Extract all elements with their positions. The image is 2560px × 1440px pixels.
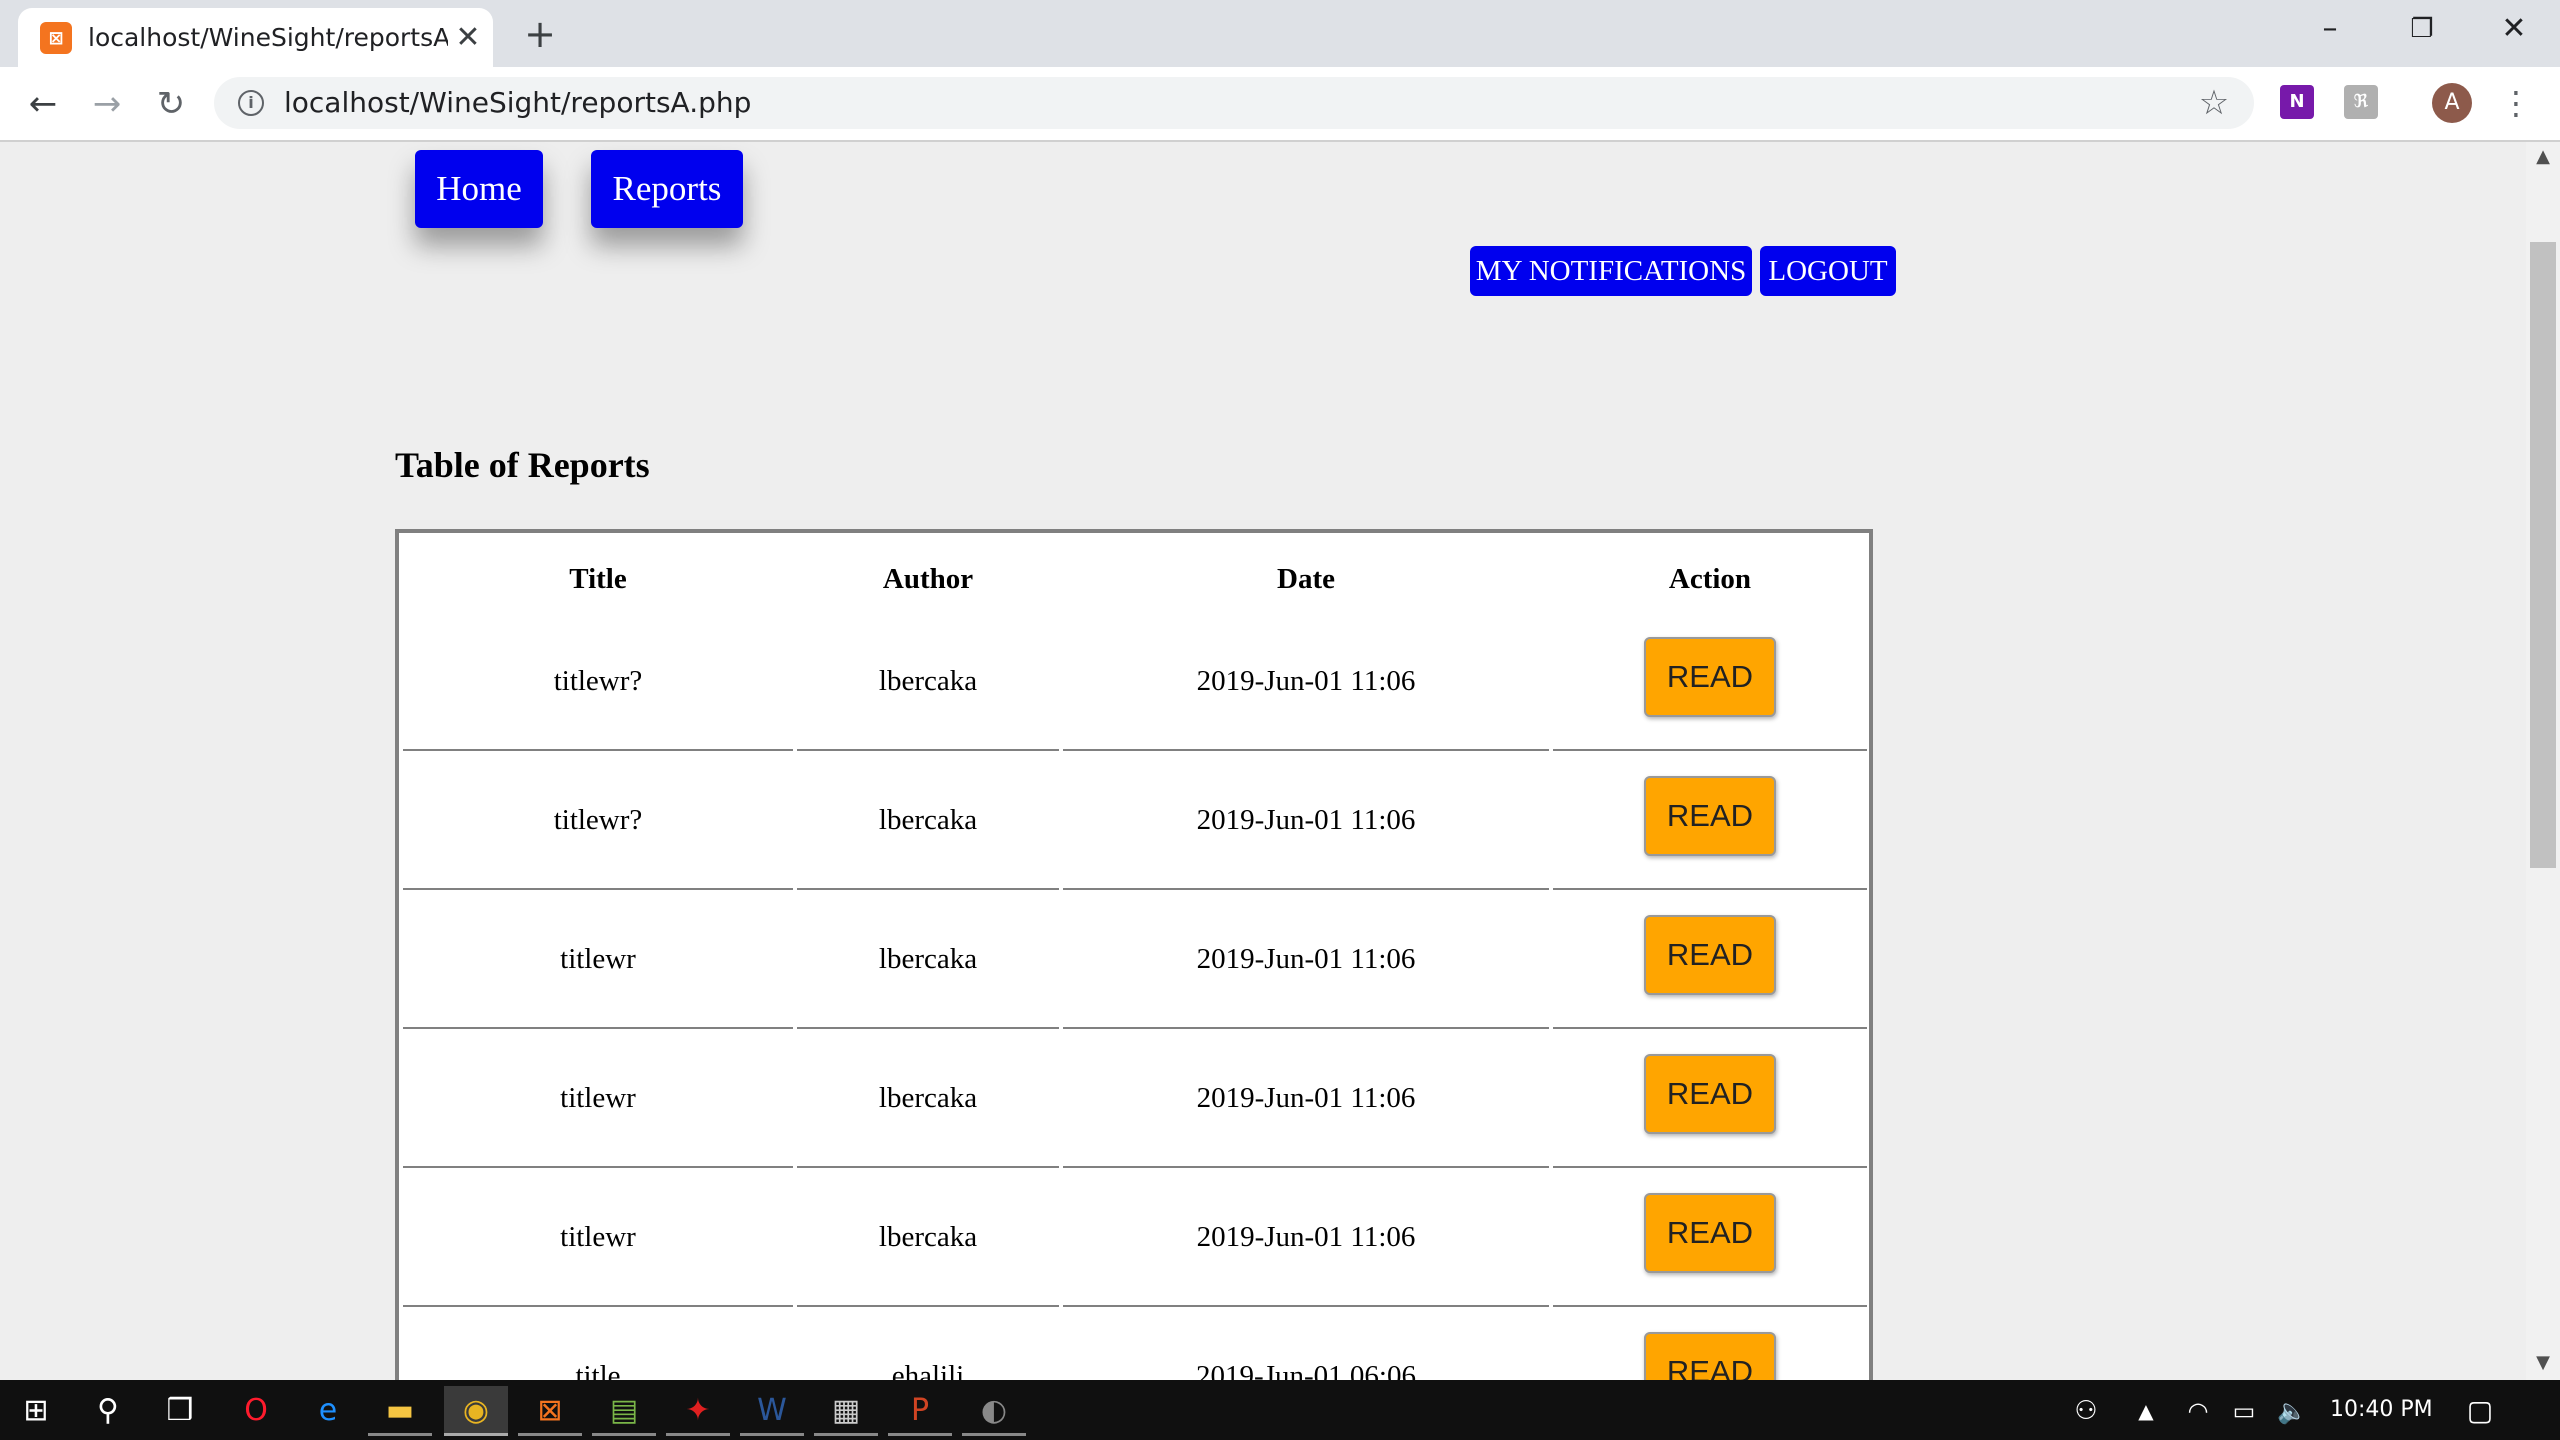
notepad-icon[interactable]: ▤	[592, 1386, 656, 1436]
column-header-author: Author	[882, 563, 974, 595]
page-scrollbar[interactable]: ▲ ▼	[2526, 142, 2560, 1380]
close-tab-icon[interactable]: ✕	[450, 20, 486, 56]
cell-date: 2019-Jun-01 11:06	[1063, 752, 1549, 890]
read-button[interactable]: READ	[1644, 637, 1776, 717]
volume-icon[interactable]: 🔈	[2260, 1386, 2324, 1436]
xampp-icon[interactable]: ⊠	[518, 1386, 582, 1436]
column-header-date: Date	[1277, 563, 1335, 595]
xampp-favicon-icon: ⊠	[40, 22, 72, 54]
windows-taskbar: ⊞ ⚲ ❒ O e ▬ ◉ ⊠ ▤ ✦ W ▦ P ◐ ⚇ ▲ ◠ ▭ 🔈 10…	[0, 1380, 2560, 1440]
onenote-extension-icon[interactable]: N	[2280, 85, 2314, 119]
browser-menu-icon[interactable]: ⋮	[2500, 81, 2532, 125]
cell-title: titlewr?	[403, 752, 793, 890]
table-row: titlewr lbercaka 2019-Jun-01 11:06 READ	[399, 1169, 1869, 1308]
table-row: title ehalili 2019-Jun-01 06:06 READ	[399, 1308, 1869, 1380]
scroll-down-icon[interactable]: ▼	[2526, 1348, 2560, 1378]
cell-title: titlewr	[403, 1169, 793, 1307]
cell-date: 2019-Jun-01 11:06	[1063, 1169, 1549, 1307]
cell-author: lbercaka	[797, 752, 1059, 890]
forward-button[interactable]: →	[84, 81, 130, 127]
read-button[interactable]: READ	[1644, 1193, 1776, 1273]
close-window-button[interactable]: ✕	[2484, 4, 2544, 54]
cell-title: titlewr?	[403, 613, 793, 751]
browser-toolbar: ← → ↻ i localhost/WineSight/reportsA.php…	[0, 67, 2560, 142]
search-icon[interactable]: ⚲	[76, 1386, 140, 1436]
table-row: titlewr? lbercaka 2019-Jun-01 11:06 READ	[399, 752, 1869, 891]
new-tab-button[interactable]: +	[518, 12, 562, 56]
cell-author: ehalili	[797, 1308, 1059, 1380]
cell-author: lbercaka	[797, 1169, 1059, 1307]
read-button[interactable]: READ	[1644, 776, 1776, 856]
column-header-title: Title	[569, 563, 627, 595]
reports-table: Title Author Date Action titlewr? lberca…	[395, 529, 1873, 1380]
app-icon[interactable]: ◐	[962, 1386, 1026, 1436]
browser-tab[interactable]: ⊠ localhost/WineSight/reportsA.php ✕	[18, 8, 493, 67]
acrobat-icon[interactable]: ✦	[666, 1386, 730, 1436]
scroll-thumb[interactable]	[2530, 242, 2556, 868]
read-button[interactable]: READ	[1644, 915, 1776, 995]
edge-icon[interactable]: e	[296, 1386, 360, 1436]
cell-author: lbercaka	[797, 1030, 1059, 1168]
info-icon[interactable]: i	[238, 90, 264, 116]
my-notifications-button[interactable]: MY NOTIFICATIONS	[1470, 246, 1752, 296]
cell-title: titlewr	[403, 1030, 793, 1168]
people-icon[interactable]: ⚇	[2054, 1386, 2118, 1436]
reports-button[interactable]: Reports	[591, 150, 743, 228]
column-header-action: Action	[1668, 563, 1752, 595]
powerpoint-icon[interactable]: P	[888, 1386, 952, 1436]
tab-strip: ⊠ localhost/WineSight/reportsA.php ✕ + –…	[0, 0, 2560, 67]
table-row: titlewr? lbercaka 2019-Jun-01 11:06 READ	[399, 613, 1869, 752]
cell-author: lbercaka	[797, 891, 1059, 1029]
extension-icon[interactable]: ℜ	[2344, 85, 2378, 119]
table-row: titlewr lbercaka 2019-Jun-01 11:06 READ	[399, 891, 1869, 1030]
cell-title: titlewr	[403, 891, 793, 1029]
back-button[interactable]: ←	[20, 81, 66, 127]
opera-icon[interactable]: O	[224, 1386, 288, 1436]
file-explorer-icon[interactable]: ▬	[368, 1386, 432, 1436]
cell-date: 2019-Jun-01 11:06	[1063, 1030, 1549, 1168]
word-icon[interactable]: W	[740, 1386, 804, 1436]
page-title: Table of Reports	[395, 445, 650, 485]
bookmark-star-icon[interactable]: ☆	[2194, 83, 2234, 123]
home-button[interactable]: Home	[415, 150, 543, 228]
cell-action: READ	[1553, 1308, 1867, 1380]
logout-button[interactable]: LOGOUT	[1760, 246, 1896, 296]
scroll-up-icon[interactable]: ▲	[2526, 142, 2560, 172]
app-icon[interactable]: ▦	[814, 1386, 878, 1436]
cell-action: READ	[1553, 752, 1867, 890]
task-view-icon[interactable]: ❒	[148, 1386, 212, 1436]
tab-title: localhost/WineSight/reportsA.php	[88, 23, 448, 52]
cell-title: title	[403, 1308, 793, 1380]
profile-avatar[interactable]: A	[2432, 83, 2472, 123]
reload-button[interactable]: ↻	[148, 81, 194, 127]
minimize-button[interactable]: –	[2300, 4, 2360, 54]
notification-center-icon[interactable]: ▢	[2448, 1386, 2512, 1436]
cell-action: READ	[1553, 891, 1867, 1029]
cell-action: READ	[1553, 613, 1867, 751]
url-text[interactable]: localhost/WineSight/reportsA.php	[284, 77, 751, 129]
cell-author: lbercaka	[797, 613, 1059, 751]
read-button[interactable]: READ	[1644, 1332, 1776, 1380]
cell-action: READ	[1553, 1030, 1867, 1168]
restore-button[interactable]: ❐	[2392, 4, 2452, 54]
chrome-icon[interactable]: ◉	[444, 1386, 508, 1436]
windows-start-icon[interactable]: ⊞	[4, 1386, 68, 1436]
address-bar[interactable]: i localhost/WineSight/reportsA.php ☆	[214, 77, 2254, 129]
cell-date: 2019-Jun-01 06:06	[1063, 1308, 1549, 1380]
page-viewport: Home Reports MY NOTIFICATIONS LOGOUT Tab…	[0, 142, 2526, 1380]
read-button[interactable]: READ	[1644, 1054, 1776, 1134]
cell-date: 2019-Jun-01 11:06	[1063, 613, 1549, 751]
table-row: titlewr lbercaka 2019-Jun-01 11:06 READ	[399, 1030, 1869, 1169]
cell-date: 2019-Jun-01 11:06	[1063, 891, 1549, 1029]
clock[interactable]: 10:40 PM	[2330, 1380, 2433, 1440]
cell-action: READ	[1553, 1169, 1867, 1307]
